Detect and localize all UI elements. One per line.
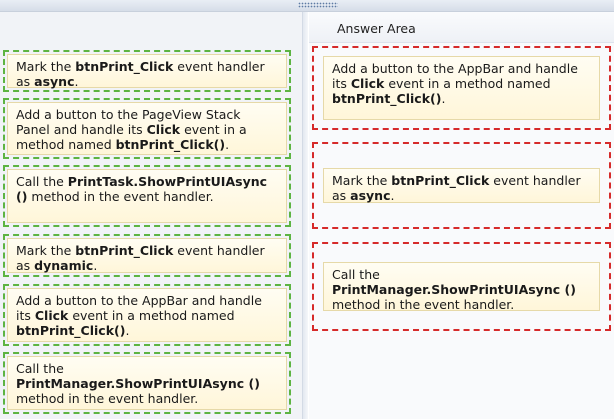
- choice-card: Add a button to the AppBar and handle it…: [7, 288, 287, 342]
- choice-card: Mark the btnPrint_Click event handler as…: [7, 54, 287, 89]
- choice-item-1[interactable]: Mark the btnPrint_Click event handler as…: [3, 50, 291, 92]
- answer-card[interactable]: Call the PrintManager.ShowPrintUIAsync (…: [323, 262, 600, 312]
- choice-item-4[interactable]: Mark the btnPrint_Click event handler as…: [3, 234, 291, 277]
- choice-card: Call the PrintManager.ShowPrintUIAsync (…: [7, 356, 287, 410]
- answer-card[interactable]: Add a button to the AppBar and handle it…: [323, 56, 600, 120]
- answer-card[interactable]: Mark the btnPrint_Click event handler as…: [323, 168, 600, 203]
- answer-area-header: Answer Area: [309, 12, 614, 43]
- answer-slot-1[interactable]: Add a button to the AppBar and handle it…: [312, 46, 611, 130]
- answer-area-title: Answer Area: [337, 21, 416, 36]
- choice-card: Mark the btnPrint_Click event handler as…: [7, 238, 287, 273]
- choice-card: Call the PrintTask.ShowPrintUIAsync () m…: [7, 169, 287, 223]
- pane-splitter[interactable]: [303, 12, 308, 419]
- choice-item-5[interactable]: Add a button to the AppBar and handle it…: [3, 284, 291, 346]
- window-top-bar: [0, 0, 614, 12]
- choice-item-2[interactable]: Add a button to the PageView Stack Panel…: [3, 98, 291, 159]
- choice-item-6[interactable]: Call the PrintManager.ShowPrintUIAsync (…: [3, 352, 291, 414]
- drag-grip-icon[interactable]: [298, 2, 338, 8]
- choice-card: Add a button to the PageView Stack Panel…: [7, 102, 287, 155]
- choice-item-3[interactable]: Call the PrintTask.ShowPrintUIAsync () m…: [3, 165, 291, 227]
- answer-slot-2[interactable]: Mark the btnPrint_Click event handler as…: [312, 142, 611, 229]
- answer-slot-3[interactable]: Call the PrintManager.ShowPrintUIAsync (…: [312, 242, 611, 331]
